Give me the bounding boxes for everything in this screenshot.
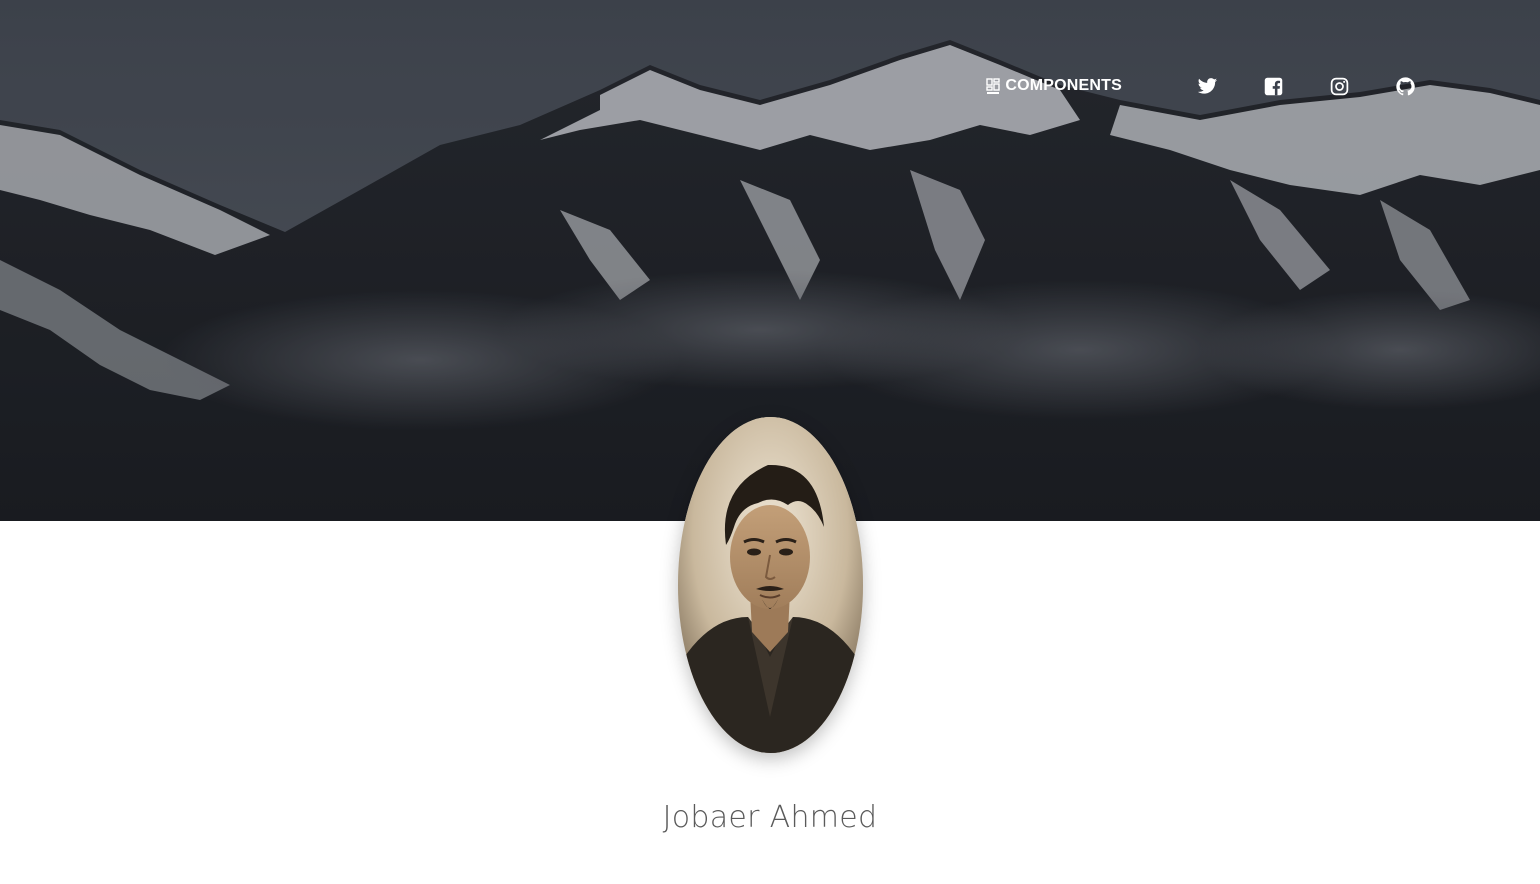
facebook-link[interactable] — [1256, 68, 1290, 104]
components-label: COMPONENTS — [1005, 77, 1122, 94]
dashboard-icon — [986, 77, 1001, 95]
profile-avatar — [678, 417, 863, 753]
profile-page: COMPONENTS Jobaer Ahmed — [0, 0, 1540, 884]
facebook-icon — [1264, 77, 1282, 95]
twitter-link[interactable] — [1190, 68, 1224, 104]
github-icon — [1395, 76, 1415, 95]
github-link[interactable] — [1388, 68, 1422, 104]
profile-photo — [678, 417, 863, 753]
profile-name: Jobaer Ahmed — [662, 800, 878, 835]
top-navbar: COMPONENTS — [986, 68, 1422, 104]
instagram-link[interactable] — [1322, 68, 1356, 104]
twitter-icon — [1197, 77, 1217, 94]
components-link[interactable]: COMPONENTS — [986, 68, 1122, 104]
instagram-icon — [1330, 77, 1348, 95]
